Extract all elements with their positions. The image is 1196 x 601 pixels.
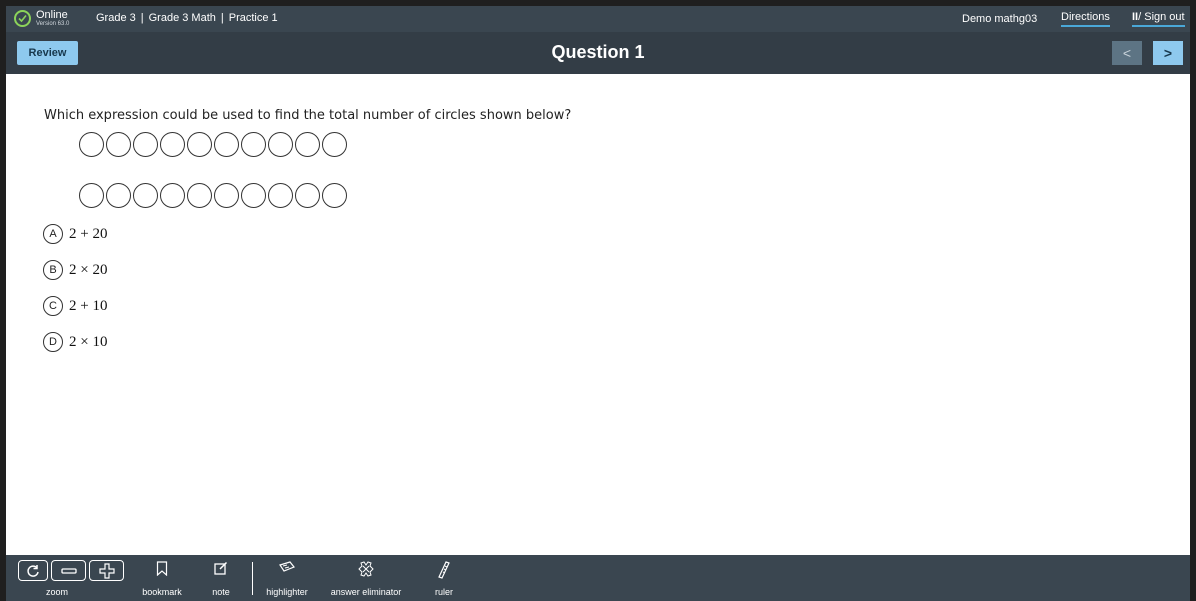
circle-shape bbox=[322, 183, 347, 208]
choice-letter-c: C bbox=[43, 296, 63, 316]
breadcrumb-subject: Grade 3 Math bbox=[148, 12, 216, 24]
zoom-reset-button[interactable] bbox=[18, 560, 48, 581]
choice-text-a: 2 + 20 bbox=[69, 225, 108, 242]
connection-status: Online Version 63.0 bbox=[14, 9, 84, 29]
circle-shape bbox=[160, 132, 185, 157]
zoom-label: zoom bbox=[46, 587, 69, 597]
breadcrumb-grade: Grade 3 bbox=[96, 12, 136, 24]
next-question-button[interactable]: > bbox=[1153, 41, 1183, 65]
circle-shape bbox=[241, 132, 266, 157]
circle-shape bbox=[268, 183, 293, 208]
bookmark-label: bookmark bbox=[142, 587, 182, 597]
ruler-icon bbox=[438, 561, 450, 579]
circle-shape bbox=[295, 132, 320, 157]
toolbar-divider bbox=[252, 562, 253, 595]
circle-row-2 bbox=[79, 183, 347, 208]
refresh-icon bbox=[27, 564, 39, 577]
choice-letter-b: B bbox=[43, 260, 63, 280]
circle-shape bbox=[106, 183, 131, 208]
previous-question-button[interactable]: < bbox=[1112, 41, 1142, 65]
circle-shape bbox=[133, 183, 158, 208]
tools-toolbar: zoom bookmark note highlighter answer el… bbox=[6, 555, 1190, 601]
circle-shape bbox=[214, 183, 239, 208]
top-bar: Online Version 63.0 Grade 3 | Grade 3 Math… bbox=[6, 6, 1190, 32]
question-prompt: Which expression could be used to find t… bbox=[44, 108, 572, 123]
note-label: note bbox=[212, 587, 230, 597]
choice-text-c: 2 + 10 bbox=[69, 297, 108, 314]
bookmark-icon bbox=[156, 561, 168, 576]
answer-eliminator-label: answer eliminator bbox=[330, 587, 402, 597]
circle-shape bbox=[214, 132, 239, 157]
bookmark-tool[interactable]: bookmark bbox=[134, 555, 190, 601]
choice-letter-a: A bbox=[43, 224, 63, 244]
answer-choice-d[interactable]: D 2 × 10 bbox=[43, 332, 107, 352]
note-tool[interactable]: note bbox=[204, 555, 238, 601]
zoom-controls bbox=[18, 560, 130, 581]
sign-out-label: / Sign out bbox=[1138, 11, 1185, 23]
version-label: Version 63.0 bbox=[36, 21, 70, 27]
minus-icon bbox=[60, 567, 77, 574]
answer-eliminator-tool[interactable]: answer eliminator bbox=[323, 555, 409, 601]
circle-shape bbox=[241, 183, 266, 208]
highlighter-label: highlighter bbox=[266, 587, 308, 597]
circle-shape bbox=[268, 132, 293, 157]
choice-text-d: 2 × 10 bbox=[69, 333, 108, 350]
answer-choice-a[interactable]: A 2 + 20 bbox=[43, 224, 107, 244]
circle-shape bbox=[187, 132, 212, 157]
directions-link[interactable]: Directions bbox=[1061, 11, 1110, 27]
circle-row-1 bbox=[79, 132, 347, 157]
answer-choice-b[interactable]: B 2 × 20 bbox=[43, 260, 107, 280]
circle-shape bbox=[322, 132, 347, 157]
check-circle-icon bbox=[14, 10, 31, 27]
question-content: Which expression could be used to find t… bbox=[6, 74, 1190, 554]
question-title: Question 1 bbox=[551, 42, 645, 62]
highlighter-icon bbox=[279, 561, 295, 572]
answer-choice-c[interactable]: C 2 + 10 bbox=[43, 296, 107, 316]
choice-text-b: 2 × 20 bbox=[69, 261, 108, 278]
ruler-label: ruler bbox=[434, 587, 453, 597]
circle-shape bbox=[295, 183, 320, 208]
circle-shape bbox=[160, 183, 185, 208]
highlighter-tool[interactable]: highlighter bbox=[259, 555, 315, 601]
zoom-out-button[interactable] bbox=[51, 560, 86, 581]
breadcrumb-test: Practice 1 bbox=[228, 12, 278, 24]
note-icon bbox=[214, 561, 228, 575]
circle-shape bbox=[106, 132, 131, 157]
circle-shape bbox=[79, 132, 104, 157]
choice-letter-d: D bbox=[43, 332, 63, 352]
test-window: Online Version 63.0 Grade 3 | Grade 3 Math… bbox=[6, 6, 1190, 601]
circle-shape bbox=[133, 132, 158, 157]
user-name: Demo mathg03 bbox=[962, 13, 1038, 25]
circle-shape bbox=[187, 183, 212, 208]
plus-icon bbox=[98, 562, 115, 579]
answer-eliminator-icon bbox=[358, 561, 374, 577]
sign-out-link[interactable]: II/ Sign out bbox=[1132, 11, 1185, 27]
question-header: Review Question 1 < > bbox=[6, 32, 1190, 74]
circle-shape bbox=[79, 183, 104, 208]
zoom-in-button[interactable] bbox=[89, 560, 124, 581]
status-label: Online bbox=[36, 9, 68, 21]
ruler-tool[interactable]: ruler bbox=[427, 555, 461, 601]
breadcrumb: Grade 3 | Grade 3 Math | Practice 1 bbox=[96, 12, 278, 24]
